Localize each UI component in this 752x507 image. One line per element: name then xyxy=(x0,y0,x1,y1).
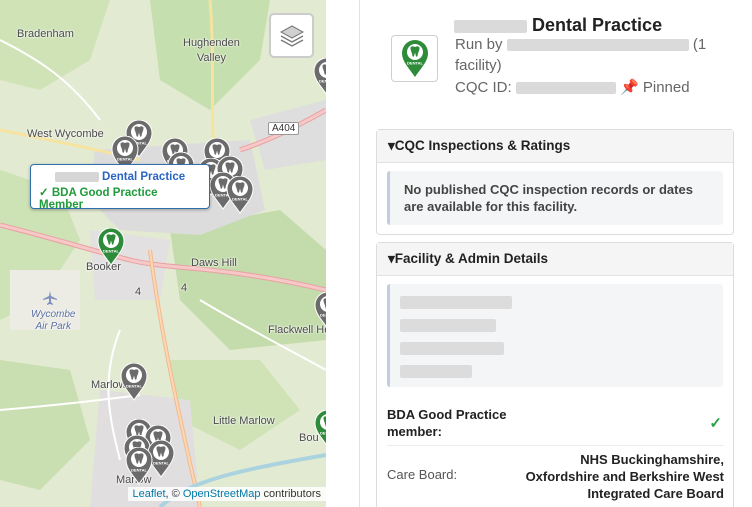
care-board-label: Care Board: xyxy=(387,467,458,482)
svg-text:DENTAL: DENTAL xyxy=(407,60,423,65)
place-wycombe-air-park: Wycombe Air Park xyxy=(31,309,76,332)
redacted-name xyxy=(454,19,527,33)
road-number: 4 xyxy=(135,286,142,298)
tooth-marker-icon: DENTAL xyxy=(314,410,326,446)
place-daws-hill: Daws Hill xyxy=(191,257,237,269)
no-inspections-notice: No published CQC inspection records or d… xyxy=(387,171,723,225)
redacted-name xyxy=(54,171,99,182)
svg-text:DENTAL: DENTAL xyxy=(103,249,119,254)
facility-header: DENTAL Dental Practice Run by (1 facilit… xyxy=(376,0,736,110)
dental-practice-marker[interactable]: DENTAL xyxy=(313,410,326,448)
svg-text:DENTAL: DENTAL xyxy=(320,313,326,318)
layers-control-button[interactable] xyxy=(269,13,314,58)
tooth-marker-icon: DENTAL xyxy=(125,447,153,485)
road-label-a404: A404 xyxy=(268,122,300,135)
care-board-value: NHS Buckinghamshire, Oxfordshire and Ber… xyxy=(525,452,724,501)
facility-admin-toggle[interactable]: ▾Facility & Admin Details xyxy=(377,243,733,276)
airport-icon xyxy=(43,291,57,305)
tooltip-bda-member: ✓ BDA Good Practice Member xyxy=(39,187,158,211)
run-by-line: Run by (1 xyxy=(455,36,706,53)
redacted-cqc-id xyxy=(515,82,616,95)
svg-text:DENTAL: DENTAL xyxy=(153,461,169,466)
tooth-marker-icon: DENTAL xyxy=(120,363,148,401)
place-hughenden-valley: Hughenden Valley xyxy=(183,37,240,64)
dental-practice-marker[interactable]: DENTAL xyxy=(312,58,326,96)
facility-title: Dental Practice xyxy=(454,15,662,36)
app-root: Bradenham Hughenden Valley West Wycombe … xyxy=(0,0,752,507)
cqc-id-line: CQC ID: 📌 Pinned xyxy=(455,78,690,96)
dental-practice-marker[interactable]: DENTAL xyxy=(124,447,154,485)
pinned-indicator[interactable]: 📌 Pinned xyxy=(620,79,690,96)
redacted-address-line xyxy=(400,365,472,378)
care-board-row: Care Board: NHS Buckinghamshire, Oxfords… xyxy=(387,451,724,506)
dental-practice-marker[interactable]: DENTAL xyxy=(313,292,326,330)
openstreetmap-link[interactable]: OpenStreetMap xyxy=(183,488,261,500)
cqc-inspections-section: ▾CQC Inspections & Ratings No published … xyxy=(376,129,734,235)
facility-admin-section: ▾Facility & Admin Details BDA Good Pract… xyxy=(376,242,734,507)
dental-practice-marker[interactable]: DENTAL xyxy=(96,228,126,266)
redacted-address-line xyxy=(400,319,496,332)
dental-practice-marker[interactable]: DENTAL xyxy=(225,176,255,214)
dental-practice-marker[interactable]: DENTAL xyxy=(119,363,149,401)
tooth-marker-icon: DENTAL xyxy=(314,292,326,328)
svg-text:DENTAL: DENTAL xyxy=(117,157,133,162)
tooltip-title: Dental Practice xyxy=(39,171,201,183)
leaflet-link[interactable]: Leaflet xyxy=(133,488,166,500)
attribution-separator: , © xyxy=(165,488,183,500)
place-bradenham: Bradenham xyxy=(17,28,74,40)
place-little-marlow: Little Marlow xyxy=(213,415,275,427)
attribution-contributors: contributors xyxy=(260,488,321,500)
svg-text:DENTAL: DENTAL xyxy=(232,197,248,202)
run-by-label: Run by xyxy=(455,36,503,53)
bda-member-check-icon: ✓ xyxy=(709,415,722,432)
tooth-marker-icon: DENTAL xyxy=(226,176,254,214)
svg-text:DENTAL: DENTAL xyxy=(319,79,326,84)
place-west-wycombe: West Wycombe xyxy=(27,128,104,140)
svg-text:DENTAL: DENTAL xyxy=(126,384,142,389)
marker-tooltip: Dental Practice ✓ BDA Good Practice Memb… xyxy=(30,164,210,211)
redacted-provider xyxy=(506,39,689,52)
bda-member-label: BDA Good Practice member: xyxy=(387,407,507,439)
tooltip-title-text: Dental Practice xyxy=(102,171,186,183)
road-number: 4 xyxy=(181,282,188,294)
bda-member-row: BDA Good Practice member: ✓ xyxy=(387,406,724,446)
facility-title-text: Dental Practice xyxy=(532,15,663,35)
facility-logo: DENTAL xyxy=(391,35,438,82)
facility-count-line: facility) xyxy=(455,57,502,74)
cqc-id-label: CQC ID: xyxy=(455,79,512,96)
tooth-marker-icon: DENTAL xyxy=(313,58,326,95)
cqc-inspections-toggle[interactable]: ▾CQC Inspections & Ratings xyxy=(377,130,733,163)
svg-text:DENTAL: DENTAL xyxy=(320,431,326,436)
map-attribution: Leaflet, © OpenStreetMap contributors xyxy=(127,487,326,501)
layers-icon xyxy=(279,24,304,47)
tooth-marker-icon: DENTAL xyxy=(97,228,125,266)
facility-count-open: (1 xyxy=(692,36,707,53)
map-view[interactable]: Bradenham Hughenden Valley West Wycombe … xyxy=(0,0,326,507)
facility-detail-panel: DENTAL Dental Practice Run by (1 facilit… xyxy=(359,0,752,507)
dental-marker-icon: DENTAL xyxy=(401,39,428,77)
redacted-address-block xyxy=(387,284,723,387)
svg-text:DENTAL: DENTAL xyxy=(131,468,147,473)
redacted-address-line xyxy=(400,296,512,309)
redacted-address-line xyxy=(400,342,504,355)
